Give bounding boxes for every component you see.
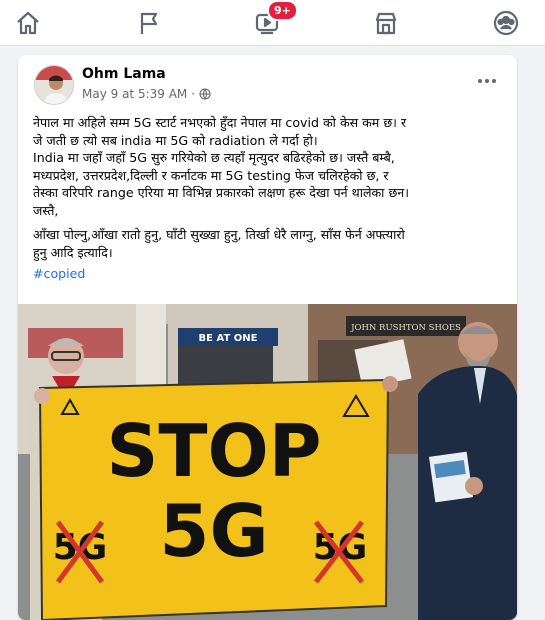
post-text-line: मध्यप्रदेश, उत्तरप्रदेश,दिल्ली र कर्नाटक… [33, 167, 389, 183]
more-dot-icon [492, 79, 496, 83]
groups-icon [493, 10, 519, 36]
shop-sign-john-rushton: JOHN RUSHTON SHOES [350, 323, 461, 333]
more-dot-icon [485, 79, 489, 83]
banner-crossed-5g-left: 5G [53, 527, 108, 568]
profile-photo [35, 66, 73, 104]
shop-sign-be-at-one: BE AT ONE [199, 333, 258, 344]
post-text-line: तेस्का वरिपरि range एरिया मा विभिन्न प्र… [33, 185, 410, 200]
post-text-line: नेपाल मा अहिले सम्म 5G स्टार्ट नभएको हुँ… [33, 115, 407, 130]
post-photo[interactable]: BE AT ONE JOHN RUSHTON SHOES STOP 5G 5G [18, 304, 517, 620]
post-timestamp[interactable]: May 9 at 5:39 AM · [82, 87, 195, 101]
post-text-line: जस्तै, [33, 202, 59, 218]
post-header: Ohm Lama May 9 at 5:39 AM · [18, 55, 517, 107]
author-name[interactable]: Ohm Lama [82, 66, 166, 82]
post-text-line: जे जती छ त्यो सब india मा 5G को radiatio… [33, 132, 318, 148]
home-icon [17, 11, 39, 35]
more-dot-icon [478, 79, 482, 83]
post-meta: May 9 at 5:39 AM · [82, 87, 211, 101]
banner-stop-text: STOP [107, 409, 322, 493]
flag-icon [140, 12, 158, 34]
post-body: नेपाल मा अहिले सम्म 5G स्टार्ट नभएको हुँ… [33, 114, 507, 283]
nav-pages[interactable] [125, 4, 173, 42]
post-text-line: आँखा पोल्नु,आँखा रातो हुनु, घाँटी सुख्खा… [33, 227, 405, 242]
globe-icon [199, 88, 211, 100]
post-text-line: India मा जहाँ जहाँ 5G सुरु गरियेको छ त्य… [33, 150, 395, 165]
avatar[interactable] [34, 65, 74, 105]
shop-icon [375, 12, 397, 35]
post-text-line: हुनु आदि इत्यादि। [33, 244, 113, 260]
nav-groups[interactable] [482, 4, 530, 42]
protest-photo: BE AT ONE JOHN RUSHTON SHOES STOP 5G 5G [18, 304, 517, 620]
nav-marketplace[interactable] [362, 4, 410, 42]
hashtag-link[interactable]: #copied [33, 265, 85, 283]
feed-post: Ohm Lama May 9 at 5:39 AM · नेपाल मा अहि… [18, 55, 517, 620]
more-options-button[interactable] [475, 73, 499, 89]
top-navigation-bar: 9+ [0, 0, 545, 46]
banner-5g-text: 5G [159, 489, 268, 573]
nav-watch[interactable]: 9+ [243, 0, 298, 42]
nav-home[interactable] [4, 4, 52, 42]
watch-notification-badge: 9+ [267, 0, 298, 21]
